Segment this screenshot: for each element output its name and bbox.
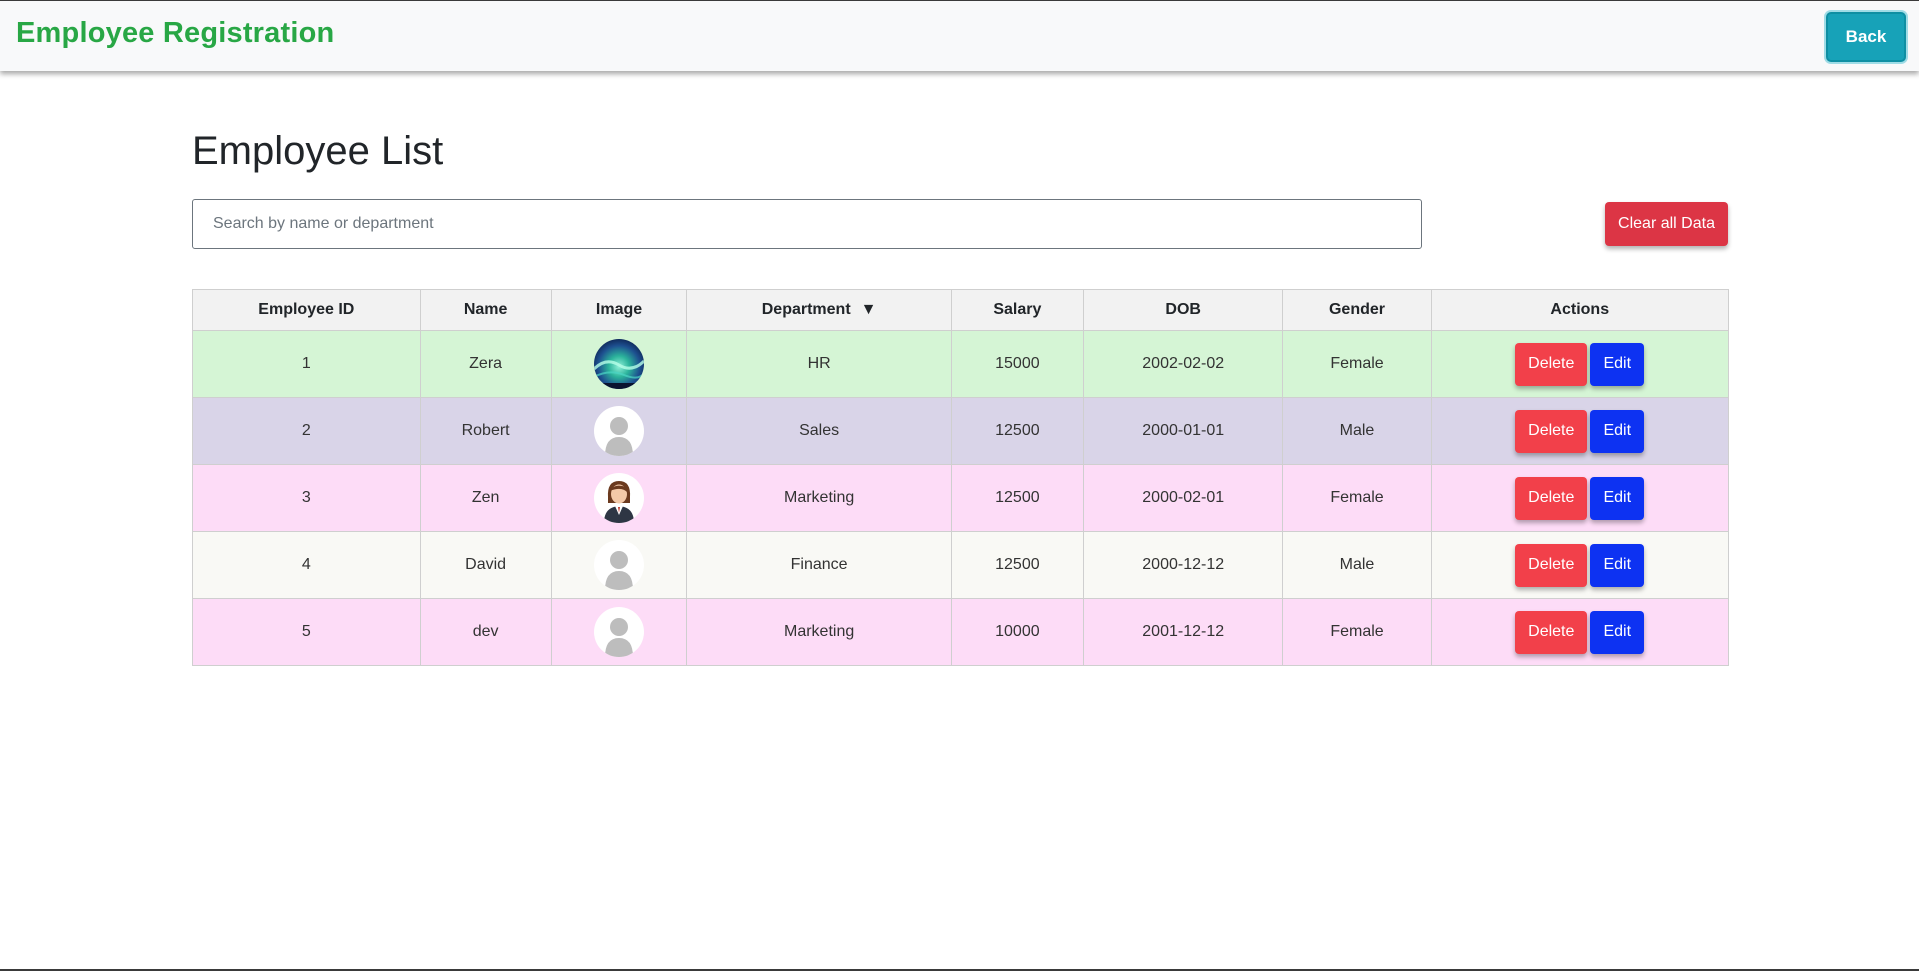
cell-dob: 2001-12-12 [1082, 598, 1284, 666]
sort-down-icon[interactable]: ▼ [861, 301, 877, 319]
cell-employee-id: 1 [192, 330, 421, 398]
cell-salary: 15000 [950, 330, 1084, 398]
cell-gender: Female [1282, 598, 1432, 666]
cell-department: Sales [686, 397, 952, 465]
header-salary: Salary [950, 289, 1084, 331]
delete-button[interactable]: Delete [1515, 342, 1588, 386]
header-department[interactable]: Department ▼ [686, 289, 952, 331]
cell-name: dev [419, 598, 552, 666]
cell-department: Finance [686, 531, 952, 599]
cell-department: Marketing [686, 464, 952, 532]
aurora-photo-avatar [594, 339, 645, 389]
table-row: 1 Zera HR 15000 2002-02-02 Female Delete… [192, 330, 1730, 398]
header-image: Image [550, 289, 688, 331]
cell-department: HR [686, 330, 952, 398]
table-row: 2 Robert Sales 12500 2000-01-01 Male Del… [192, 397, 1730, 465]
edit-button[interactable]: Edit [1590, 409, 1645, 453]
cell-salary: 12500 [950, 531, 1084, 599]
edit-button[interactable]: Edit [1590, 610, 1645, 654]
default-avatar-icon [594, 607, 645, 657]
cell-dob: 2000-12-12 [1082, 531, 1284, 599]
cell-employee-id: 4 [192, 531, 421, 599]
cell-employee-id: 5 [192, 598, 421, 666]
employee-table: Employee ID Name Image Department ▼ Salar… [192, 289, 1730, 666]
header-name: Name [419, 289, 552, 331]
cell-salary: 10000 [950, 598, 1084, 666]
delete-button[interactable]: Delete [1515, 610, 1588, 654]
cell-employee-id: 2 [192, 397, 421, 465]
navbar: Employee Registration Back [0, 0, 1919, 71]
edit-button[interactable]: Edit [1590, 342, 1645, 386]
cell-actions: Delete Edit [1430, 598, 1730, 666]
header-actions: Actions [1430, 289, 1730, 331]
edit-button[interactable]: Edit [1590, 543, 1645, 587]
cell-image [550, 464, 688, 532]
cell-salary: 12500 [950, 464, 1084, 532]
cell-image [550, 330, 688, 398]
cell-actions: Delete Edit [1430, 330, 1730, 398]
cell-name: Zen [419, 464, 552, 532]
edit-button[interactable]: Edit [1590, 476, 1645, 520]
page-title: Employee List [192, 129, 444, 173]
cell-gender: Male [1282, 397, 1432, 465]
cell-name: Robert [419, 397, 552, 465]
cell-gender: Female [1282, 464, 1432, 532]
clear-all-data-button[interactable]: Clear all Data [1605, 202, 1728, 246]
cell-actions: Delete Edit [1430, 397, 1730, 465]
cell-image [550, 397, 688, 465]
cell-employee-id: 3 [192, 464, 421, 532]
cell-gender: Female [1282, 330, 1432, 398]
table-row: 4 David Finance 12500 2000-12-12 Male De… [192, 531, 1730, 599]
cell-actions: Delete Edit [1430, 464, 1730, 532]
default-avatar-icon [594, 406, 645, 456]
cell-dob: 2000-02-01 [1082, 464, 1284, 532]
default-avatar-icon [594, 540, 645, 590]
cell-salary: 12500 [950, 397, 1084, 465]
header-dob: DOB [1082, 289, 1284, 331]
table-header-row: Employee ID Name Image Department ▼ Salar… [192, 289, 1730, 331]
cell-actions: Delete Edit [1430, 531, 1730, 599]
cell-name: David [419, 531, 552, 599]
businesswoman-avatar-icon [594, 473, 645, 523]
cell-name: Zera [419, 330, 552, 398]
back-button[interactable]: Back [1826, 12, 1906, 62]
cell-dob: 2002-02-02 [1082, 330, 1284, 398]
cell-image [550, 598, 688, 666]
delete-button[interactable]: Delete [1515, 476, 1588, 520]
table-row: 5 dev Marketing 10000 2001-12-12 Female … [192, 598, 1730, 666]
delete-button[interactable]: Delete [1515, 409, 1588, 453]
cell-image [550, 531, 688, 599]
search-input[interactable] [192, 199, 1422, 249]
delete-button[interactable]: Delete [1515, 543, 1588, 587]
header-gender: Gender [1282, 289, 1432, 331]
cell-dob: 2000-01-01 [1082, 397, 1284, 465]
app-title[interactable]: Employee Registration [16, 17, 334, 50]
header-employee-id: Employee ID [192, 289, 421, 331]
cell-gender: Male [1282, 531, 1432, 599]
cell-department: Marketing [686, 598, 952, 666]
table-row: 3 Zen Marketing 12500 2000-02-01 Female … [192, 464, 1730, 532]
header-department-label: Department [761, 301, 851, 318]
